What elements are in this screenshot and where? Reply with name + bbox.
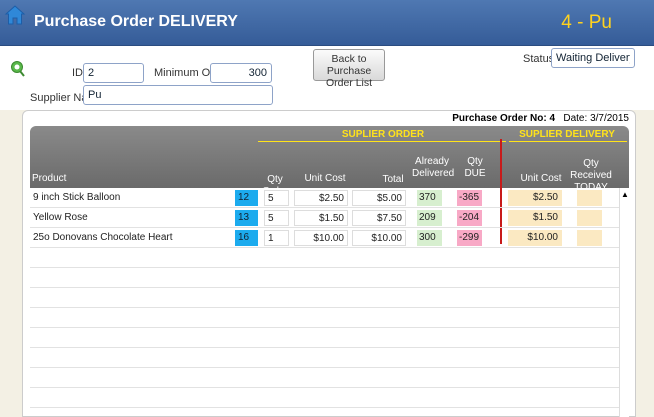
po-info: Purchase Order No: 4 Date: 3/7/2015 (452, 113, 629, 124)
grid-header: SUPLIER ORDER SUPLIER DELIVERY Product Q… (30, 126, 629, 197)
status-label: Status (523, 53, 555, 65)
po-no-label: Purchase Order No: (452, 113, 547, 124)
cell-delivery-unit-cost[interactable]: $2.50 (508, 190, 562, 206)
min-order-input[interactable] (210, 63, 272, 83)
vertical-scrollbar[interactable]: ▲ (619, 188, 629, 417)
col-already-delivered[interactable]: Already Delivered (412, 156, 454, 180)
cell-product: 25o Donovans Chocolate Heart (33, 232, 173, 243)
scroll-up-icon[interactable]: ▲ (621, 190, 629, 199)
status-field[interactable] (551, 48, 635, 68)
empty-row (30, 288, 619, 308)
po-date-value: 3/7/2015 (590, 113, 629, 124)
cell-unit-cost[interactable]: $1.50 (294, 210, 348, 226)
cell-qty-due: -299 (457, 230, 482, 246)
table-row[interactable]: 9 inch Stick Balloon 12 5 $2.50 $5.00 37… (30, 188, 619, 208)
cell-product-id: 12 (235, 190, 258, 206)
page-subtitle: 4 - Pu (561, 12, 612, 33)
cell-already-delivered: 209 (417, 210, 442, 226)
order-panel: Purchase Order No: 4 Date: 3/7/2015 SUPL… (22, 110, 636, 417)
search-refresh-icon[interactable] (10, 60, 26, 78)
grid-body: 9 inch Stick Balloon 12 5 $2.50 $5.00 37… (30, 188, 629, 417)
cell-total: $10.00 (352, 230, 406, 246)
cell-product-id: 16 (235, 230, 258, 246)
cell-qty-order[interactable]: 5 (264, 210, 289, 226)
cell-qty-order[interactable]: 5 (264, 190, 289, 206)
group-supplier-order: SUPLIER ORDER (341, 129, 425, 140)
cell-total: $7.50 (352, 210, 406, 226)
empty-row (30, 348, 619, 368)
empty-row (30, 268, 619, 288)
po-no-value: 4 (549, 113, 556, 124)
col-product[interactable]: Product (32, 173, 66, 185)
empty-row (30, 248, 619, 268)
cell-delivery-unit-cost[interactable]: $1.50 (508, 210, 562, 226)
empty-row (30, 368, 619, 388)
cell-qty-order[interactable]: 1 (264, 230, 289, 246)
id-input[interactable] (83, 63, 144, 83)
cell-product: 9 inch Stick Balloon (33, 192, 121, 203)
cell-qty-received[interactable] (577, 230, 602, 246)
cell-product-id: 13 (235, 210, 258, 226)
back-to-list-button[interactable]: Back to Purchase Order List (313, 49, 385, 89)
col-total[interactable]: Total (380, 174, 406, 186)
title-bar: Purchase Order DELIVERY 4 - Pu (0, 0, 654, 46)
cell-already-delivered: 300 (417, 230, 442, 246)
id-label: ID (72, 67, 83, 79)
group-supplier-delivery: SUPLIER DELIVERY (519, 129, 615, 140)
cell-unit-cost[interactable]: $2.50 (294, 190, 348, 206)
cell-qty-received[interactable] (577, 190, 602, 206)
po-date-label: Date: (563, 113, 588, 124)
cell-qty-due: -365 (457, 190, 482, 206)
empty-row (30, 388, 619, 408)
cell-total: $5.00 (352, 190, 406, 206)
table-row[interactable]: Yellow Rose 13 5 $1.50 $7.50 209 -204 $1… (30, 208, 619, 228)
order-form: ID Minimum Order Supplier Name Back to P… (0, 46, 654, 110)
col-qty-due[interactable]: Qty DUE (464, 156, 486, 180)
supplier-input[interactable] (83, 85, 273, 105)
col-unit-cost[interactable]: Unit Cost (300, 173, 350, 185)
cell-unit-cost[interactable]: $10.00 (294, 230, 348, 246)
cell-product: Yellow Rose (33, 212, 88, 223)
cell-qty-due: -204 (457, 210, 482, 226)
cell-delivery-unit-cost[interactable]: $10.00 (508, 230, 562, 246)
home-icon[interactable] (4, 4, 26, 26)
page-title: Purchase Order DELIVERY (34, 13, 238, 30)
empty-row (30, 328, 619, 348)
col-delivery-unit-cost[interactable]: Unit Cost (516, 173, 566, 185)
table-row[interactable]: 25o Donovans Chocolate Heart 16 1 $10.00… (30, 228, 619, 248)
cell-qty-received[interactable] (577, 210, 602, 226)
empty-row (30, 308, 619, 328)
cell-already-delivered: 370 (417, 190, 442, 206)
